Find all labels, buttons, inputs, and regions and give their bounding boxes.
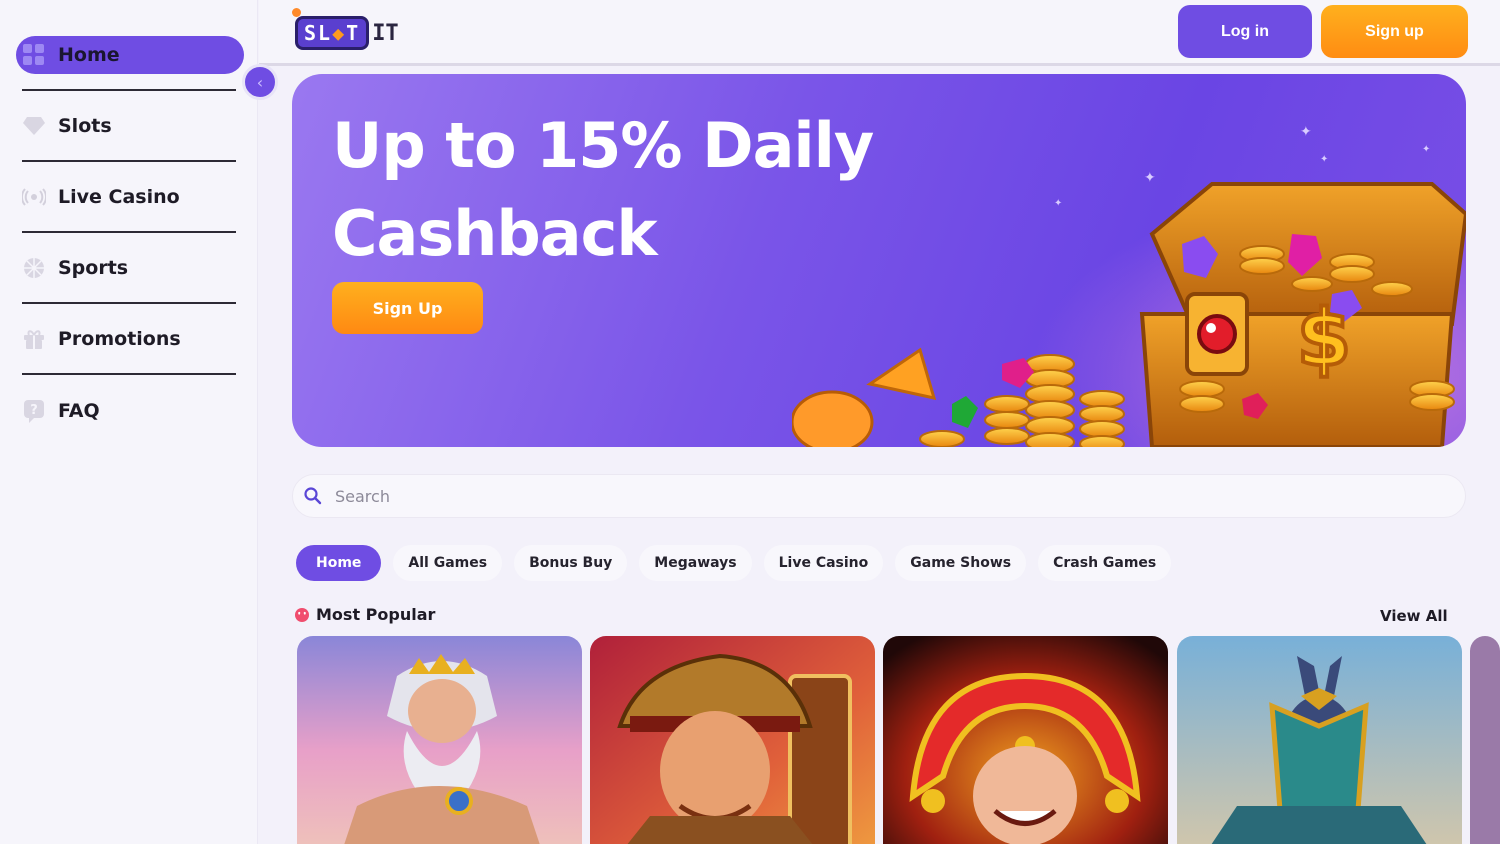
tab-bonus-buy[interactable]: Bonus Buy bbox=[514, 545, 628, 581]
search-icon bbox=[304, 487, 322, 505]
grid-icon bbox=[22, 43, 46, 67]
sidebar-item-sports[interactable]: Sports bbox=[22, 233, 236, 304]
sidebar-item-label: Sports bbox=[58, 256, 129, 279]
sidebar-item-label: Promotions bbox=[58, 327, 181, 350]
logo-text: IT bbox=[372, 20, 399, 46]
section-title: Most Popular bbox=[294, 605, 435, 624]
jester-game-thumbnail bbox=[883, 636, 1168, 844]
svg-text:$: $ bbox=[1297, 294, 1351, 384]
heart-eyes-icon bbox=[295, 607, 309, 622]
sparkle-icon: ✦ bbox=[1422, 144, 1431, 155]
sidebar: Home Slots Live Casino Sports Promotions… bbox=[0, 0, 258, 844]
search-input[interactable] bbox=[335, 486, 1335, 506]
tab-crash-games[interactable]: Crash Games bbox=[1038, 545, 1172, 581]
tab-all-games[interactable]: All Games bbox=[393, 545, 503, 581]
view-all-link[interactable]: View All bbox=[1380, 607, 1448, 625]
login-button[interactable]: Log in bbox=[1178, 5, 1312, 58]
sidebar-item-faq[interactable]: ? FAQ bbox=[22, 375, 236, 446]
banner-signup-button[interactable]: Sign Up bbox=[332, 282, 483, 334]
game-card[interactable] bbox=[1177, 636, 1462, 844]
svg-text:?: ? bbox=[30, 403, 38, 418]
chevron-left-icon: ‹ bbox=[256, 72, 264, 92]
sidebar-item-promotions[interactable]: Promotions bbox=[22, 304, 236, 375]
game-card[interactable] bbox=[590, 636, 875, 844]
question-icon: ? bbox=[22, 399, 46, 423]
anubis-game-thumbnail bbox=[1177, 636, 1462, 844]
sidebar-item-label: Slots bbox=[58, 114, 112, 137]
sidebar-collapse-button[interactable]: ‹ bbox=[242, 64, 278, 100]
game-thumbnail bbox=[1470, 636, 1500, 844]
game-card[interactable] bbox=[297, 636, 582, 844]
treasure-chest-illustration: $ bbox=[792, 182, 1466, 447]
game-card[interactable] bbox=[883, 636, 1168, 844]
sidebar-item-label: FAQ bbox=[58, 399, 100, 422]
diamond-icon bbox=[22, 114, 46, 138]
sidebar-item-slots[interactable]: Slots bbox=[22, 91, 236, 162]
tab-megaways[interactable]: Megaways bbox=[639, 545, 752, 581]
logo-knob-icon bbox=[292, 8, 301, 17]
banner-title-line2: Cashback bbox=[332, 197, 658, 270]
sparkle-icon: ✦ bbox=[1320, 154, 1329, 165]
banner-title-line1: Up to 15% Daily bbox=[332, 109, 874, 182]
signup-button[interactable]: Sign up bbox=[1321, 5, 1468, 58]
tab-home[interactable]: Home bbox=[296, 545, 382, 581]
zeus-game-thumbnail bbox=[297, 636, 582, 844]
category-tabs: Home All Games Bonus Buy Megaways Live C… bbox=[296, 545, 1172, 581]
section-title-text: Most Popular bbox=[316, 605, 436, 624]
logo[interactable]: SL◆T IT bbox=[292, 8, 399, 54]
sidebar-item-home[interactable]: Home bbox=[16, 36, 244, 74]
explorer-game-thumbnail bbox=[590, 636, 875, 844]
top-header: SL◆T IT Log in Sign up bbox=[259, 0, 1500, 66]
search-bar bbox=[292, 474, 1466, 518]
sidebar-item-label: Home bbox=[58, 44, 120, 66]
broadcast-icon bbox=[22, 185, 46, 209]
tab-live-casino[interactable]: Live Casino bbox=[763, 545, 884, 581]
sidebar-item-live-casino[interactable]: Live Casino bbox=[22, 162, 236, 233]
ball-icon bbox=[22, 256, 46, 280]
sidebar-item-label: Live Casino bbox=[58, 185, 180, 208]
game-card[interactable] bbox=[1470, 636, 1500, 844]
promo-banner[interactable]: Up to 15% Daily Cashback Sign Up ✦ ✦ ✦ ✦… bbox=[292, 74, 1466, 447]
logo-mark: SL◆T bbox=[295, 16, 370, 50]
sparkle-icon: ✦ bbox=[1300, 124, 1312, 140]
tab-game-shows[interactable]: Game Shows bbox=[895, 545, 1027, 581]
gift-icon bbox=[22, 327, 46, 351]
